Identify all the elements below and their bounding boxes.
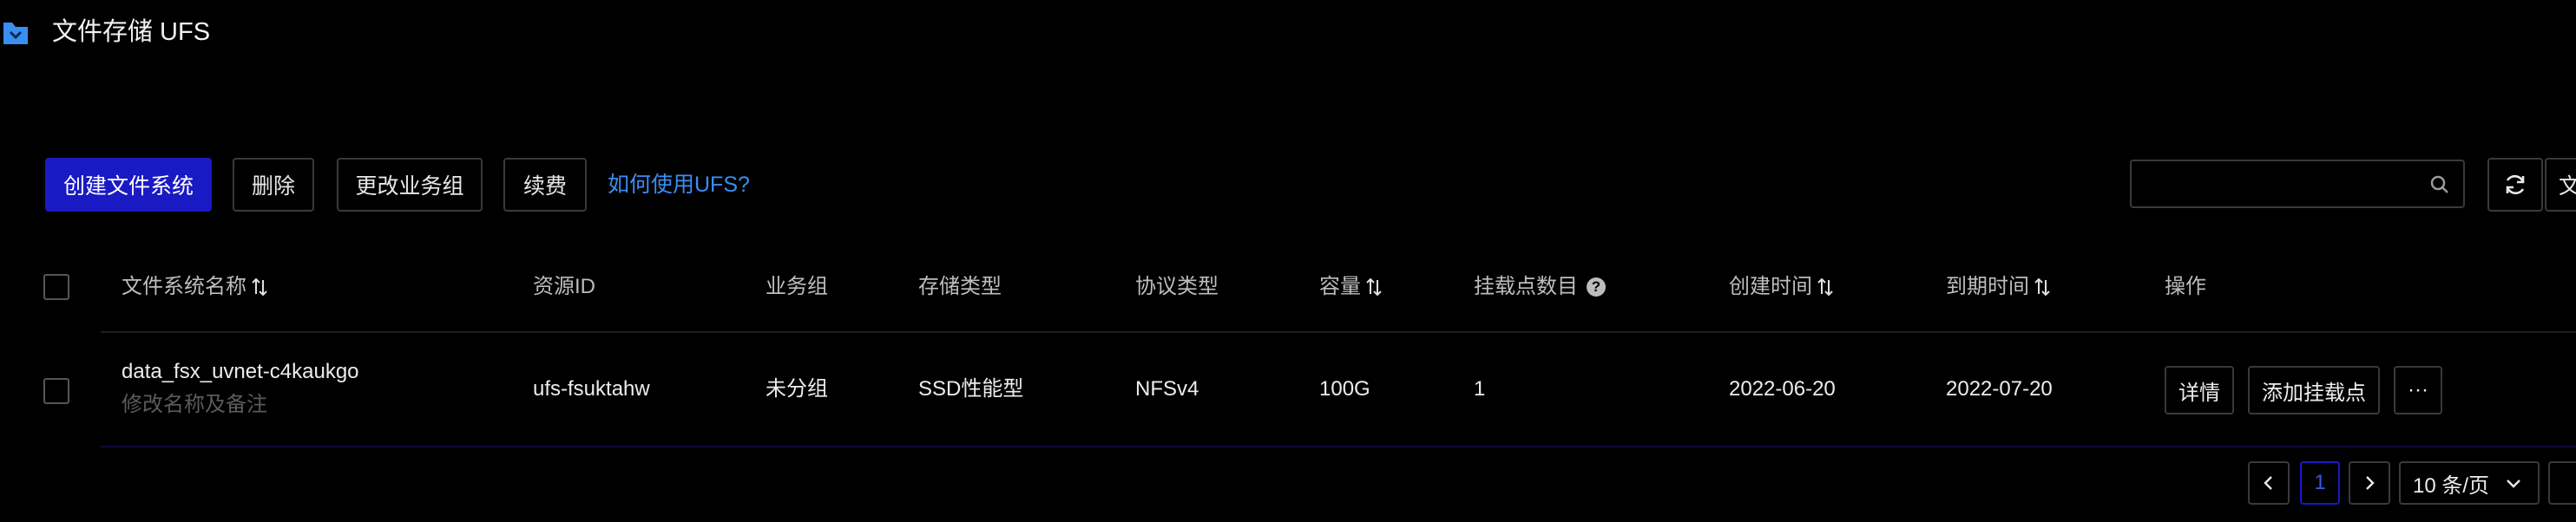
protocol-cell: NFSv4 (1135, 377, 1199, 401)
next-page-button[interactable] (2349, 461, 2390, 505)
column-label: 创建时间 (1729, 275, 1812, 298)
file-menu-button[interactable]: 文 (2545, 158, 2576, 212)
column-header-name[interactable]: 文件系统名称 (122, 272, 269, 302)
refresh-button[interactable] (2487, 158, 2543, 212)
delete-button[interactable]: 删除 (233, 158, 314, 212)
column-header-resource-id: 资源ID (533, 275, 595, 298)
sort-icon[interactable] (1364, 277, 1383, 297)
created-cell: 2022-06-20 (1729, 377, 1836, 401)
resource-id-cell: ufs-fsuktahw (533, 377, 650, 401)
page-jump-input[interactable] (2548, 461, 2576, 505)
column-header-actions: 操作 (2165, 275, 2206, 298)
renew-button[interactable]: 续费 (503, 158, 587, 212)
capacity-cell: 100G (1319, 377, 1370, 401)
expires-cell: 2022-07-20 (1946, 377, 2053, 401)
page-size-select[interactable]: 10 条/页 (2399, 461, 2540, 505)
prev-page-button[interactable] (2248, 461, 2290, 505)
column-header-group: 业务组 (766, 275, 828, 298)
column-header-capacity[interactable]: 容量 (1319, 272, 1383, 302)
refresh-icon (2502, 172, 2528, 198)
sort-icon[interactable] (250, 277, 269, 297)
change-group-button[interactable]: 更改业务组 (337, 158, 483, 212)
row-checkbox[interactable] (43, 378, 69, 404)
group-cell: 未分组 (766, 377, 828, 401)
file-system-name: data_fsx_uvnet-c4kaukgo (122, 360, 359, 383)
more-actions-button[interactable]: ··· (2394, 366, 2442, 414)
mount-count-cell: 1 (1474, 377, 1486, 401)
help-icon[interactable]: ? (1587, 277, 1606, 297)
column-label: 容量 (1319, 275, 1361, 298)
column-header-protocol: 协议类型 (1135, 275, 1219, 298)
row-divider (101, 446, 2576, 447)
chevron-down-icon (2505, 474, 2522, 492)
page-title: 文件存储 UFS (52, 18, 211, 46)
column-header-created[interactable]: 创建时间 (1729, 272, 1835, 302)
folder-icon (0, 17, 31, 49)
column-label: 挂载点数目 (1474, 275, 1578, 298)
help-link[interactable]: 如何使用UFS? (608, 170, 750, 199)
add-mount-point-button[interactable]: 添加挂载点 (2248, 366, 2380, 414)
sort-icon[interactable] (1816, 277, 1835, 297)
header-divider (101, 331, 2576, 333)
chevron-left-icon (2260, 474, 2277, 492)
column-label: 到期时间 (1946, 275, 2029, 298)
sort-icon[interactable] (2033, 277, 2052, 297)
page-size-label: 10 条/页 (2413, 473, 2490, 498)
column-header-storage-type: 存储类型 (918, 275, 1002, 298)
detail-button[interactable]: 详情 (2165, 366, 2234, 414)
edit-name-remark-link[interactable]: 修改名称及备注 (122, 390, 267, 420)
search-input[interactable] (2130, 160, 2465, 208)
column-label: 文件系统名称 (122, 275, 246, 298)
column-header-expires[interactable]: 到期时间 (1946, 272, 2052, 302)
chevron-right-icon (2361, 474, 2378, 492)
select-all-checkbox[interactable] (43, 274, 69, 300)
search-icon[interactable] (2428, 173, 2451, 196)
page-button-current[interactable]: 1 (2300, 461, 2340, 505)
storage-type-cell: SSD性能型 (918, 377, 1024, 401)
column-header-mount-count: 挂载点数目 ? (1474, 272, 1606, 302)
create-file-system-button[interactable]: 创建文件系统 (45, 158, 212, 212)
